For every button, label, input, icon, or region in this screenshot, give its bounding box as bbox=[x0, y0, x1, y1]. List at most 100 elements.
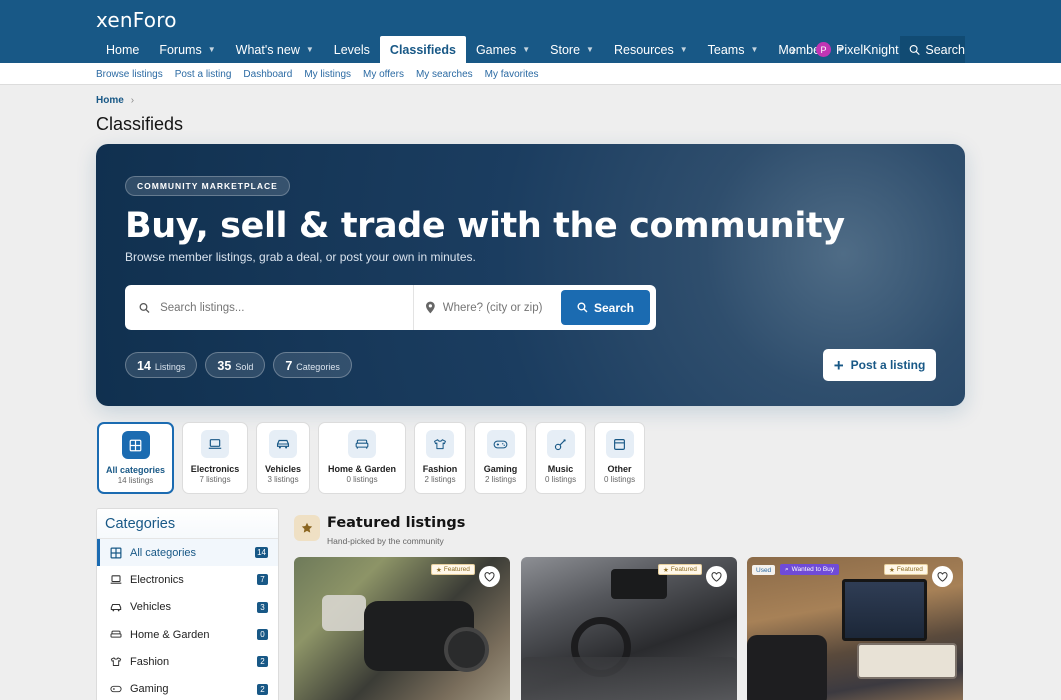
grid-icon bbox=[129, 439, 142, 451]
featured-badge: ★ Featured bbox=[658, 564, 702, 575]
tile-name: All categories bbox=[105, 465, 166, 475]
sidebar-item-vehicles[interactable]: Vehicles 3 bbox=[97, 594, 278, 621]
chevron-right-icon: › bbox=[130, 95, 135, 106]
listing-search-bar: Search bbox=[125, 285, 656, 330]
gamepad-icon bbox=[493, 440, 508, 448]
tile-electronics[interactable]: Electronics 7 listings bbox=[182, 422, 248, 494]
tile-home-garden[interactable]: Home & Garden 0 listings bbox=[318, 422, 406, 494]
subnav-my-searches[interactable]: My searches bbox=[416, 69, 473, 80]
user-menu[interactable]: P PixelKnight bbox=[812, 36, 903, 63]
tile-fashion[interactable]: Fashion 2 listings bbox=[414, 422, 466, 494]
tile-count: 0 listings bbox=[346, 475, 378, 484]
nav-label: Home bbox=[106, 42, 140, 57]
featured-badge-label: Featured bbox=[670, 566, 697, 573]
listing-photo bbox=[857, 643, 957, 679]
sidebar-item-gaming[interactable]: Gaming 2 bbox=[97, 675, 278, 700]
search-submit-button[interactable]: Search bbox=[561, 290, 650, 325]
tile-vehicles[interactable]: Vehicles 3 listings bbox=[256, 422, 310, 494]
search-icon: ⌕ bbox=[785, 565, 789, 573]
sidebar-item-all-categories[interactable]: All categories 14 bbox=[97, 539, 278, 567]
star-icon bbox=[294, 515, 320, 541]
chevron-right-icon[interactable]: › bbox=[791, 36, 796, 63]
nav-levels[interactable]: Levels bbox=[324, 36, 380, 63]
breadcrumb: Home › bbox=[96, 95, 134, 106]
nav-store[interactable]: Store ▼ bbox=[540, 36, 604, 63]
count-badge: 3 bbox=[257, 601, 268, 613]
categories-sidebar: Categories All categories 14 Electronics… bbox=[96, 508, 279, 700]
nav-forums[interactable]: Forums ▼ bbox=[149, 36, 225, 63]
favorite-button[interactable] bbox=[706, 566, 727, 587]
stat-value: 7 bbox=[285, 359, 293, 373]
nav-games[interactable]: Games ▼ bbox=[466, 36, 540, 63]
tile-other[interactable]: Other 0 listings bbox=[594, 422, 645, 494]
tile-music[interactable]: Music 0 listings bbox=[535, 422, 586, 494]
heart-icon bbox=[484, 571, 495, 582]
tile-all-categories[interactable]: All categories 14 listings bbox=[97, 422, 174, 494]
caret-down-icon[interactable]: ▼ bbox=[586, 45, 594, 54]
favorite-button[interactable] bbox=[932, 566, 953, 587]
sofa-icon bbox=[110, 630, 122, 638]
stats-row: 14 Listings 35 Sold 7 Categories bbox=[125, 352, 352, 378]
site-logo[interactable]: xenForo bbox=[96, 8, 177, 32]
tile-gaming[interactable]: Gaming 2 listings bbox=[474, 422, 527, 494]
stat-label: Sold bbox=[235, 362, 254, 372]
caret-down-icon[interactable]: ▼ bbox=[522, 45, 530, 54]
sidebar-item-label: All categories bbox=[130, 546, 197, 559]
search-button[interactable]: Search bbox=[900, 36, 965, 63]
listing-photo bbox=[842, 579, 927, 641]
subnav-my-offers[interactable]: My offers bbox=[363, 69, 404, 80]
nav-label: Resources bbox=[613, 42, 674, 57]
search-input[interactable] bbox=[160, 301, 413, 314]
breadcrumb-home[interactable]: Home bbox=[96, 95, 124, 106]
sidebar-item-fashion[interactable]: Fashion 2 bbox=[97, 648, 278, 675]
featured-subtitle: Hand-picked by the community bbox=[327, 536, 444, 546]
subnav-post-listing[interactable]: Post a listing bbox=[175, 69, 232, 80]
subnav-dashboard[interactable]: Dashboard bbox=[243, 69, 292, 80]
sofa-icon bbox=[355, 439, 369, 449]
featured-badge: ★ Featured bbox=[884, 564, 928, 575]
sidebar-item-electronics[interactable]: Electronics 7 bbox=[97, 566, 278, 593]
nav-home[interactable]: Home bbox=[96, 36, 149, 63]
subnav-my-favorites[interactable]: My favorites bbox=[485, 69, 539, 80]
location-input[interactable] bbox=[442, 301, 560, 314]
car-icon bbox=[110, 603, 122, 612]
listing-card[interactable]: ★ Featured bbox=[521, 557, 737, 700]
post-listing-button[interactable]: + Post a listing bbox=[823, 349, 936, 381]
nav-resources[interactable]: Resources ▼ bbox=[604, 36, 698, 63]
favorite-button[interactable] bbox=[479, 566, 500, 587]
star-icon: ★ bbox=[663, 566, 669, 574]
hero-badge: COMMUNITY MARKETPLACE bbox=[125, 176, 290, 196]
tile-name: Electronics bbox=[190, 464, 240, 474]
subnav-my-listings[interactable]: My listings bbox=[304, 69, 351, 80]
tile-name: Fashion bbox=[422, 464, 458, 474]
heart-icon bbox=[711, 571, 722, 582]
listing-card[interactable]: Used ⌕ Wanted to Buy ★ Featured bbox=[747, 557, 963, 700]
gamepad-icon bbox=[110, 685, 122, 693]
tile-name: Home & Garden bbox=[327, 464, 396, 474]
listing-card[interactable]: ★ Featured bbox=[294, 557, 510, 700]
guitar-icon bbox=[554, 438, 566, 450]
featured-badge: ★ Featured bbox=[431, 564, 475, 575]
condition-badge: Used bbox=[752, 565, 776, 575]
tile-count: 14 listings bbox=[117, 476, 154, 485]
count-badge: 7 bbox=[257, 574, 268, 586]
box-icon bbox=[614, 438, 625, 450]
listing-photo bbox=[747, 635, 827, 700]
nav-classifieds[interactable]: Classifieds bbox=[379, 36, 466, 63]
caret-down-icon[interactable]: ▼ bbox=[680, 45, 688, 54]
stat-label: Listings bbox=[154, 362, 186, 372]
grid-icon bbox=[110, 547, 122, 559]
nav-label: Games bbox=[475, 42, 517, 57]
nav-whats-new[interactable]: What's new ▼ bbox=[226, 36, 324, 63]
wanted-badge: ⌕ Wanted to Buy bbox=[780, 564, 840, 575]
caret-down-icon[interactable]: ▼ bbox=[750, 45, 758, 54]
caret-down-icon[interactable]: ▼ bbox=[208, 45, 216, 54]
tile-name: Vehicles bbox=[264, 464, 302, 474]
caret-down-icon[interactable]: ▼ bbox=[306, 45, 314, 54]
listing-photo bbox=[521, 657, 737, 700]
subnav-browse-listings[interactable]: Browse listings bbox=[96, 69, 163, 80]
count-badge: 14 bbox=[255, 547, 268, 559]
sidebar-item-home-garden[interactable]: Home & Garden 0 bbox=[97, 621, 278, 648]
tile-count: 0 listings bbox=[603, 475, 636, 484]
nav-teams[interactable]: Teams ▼ bbox=[698, 36, 769, 63]
